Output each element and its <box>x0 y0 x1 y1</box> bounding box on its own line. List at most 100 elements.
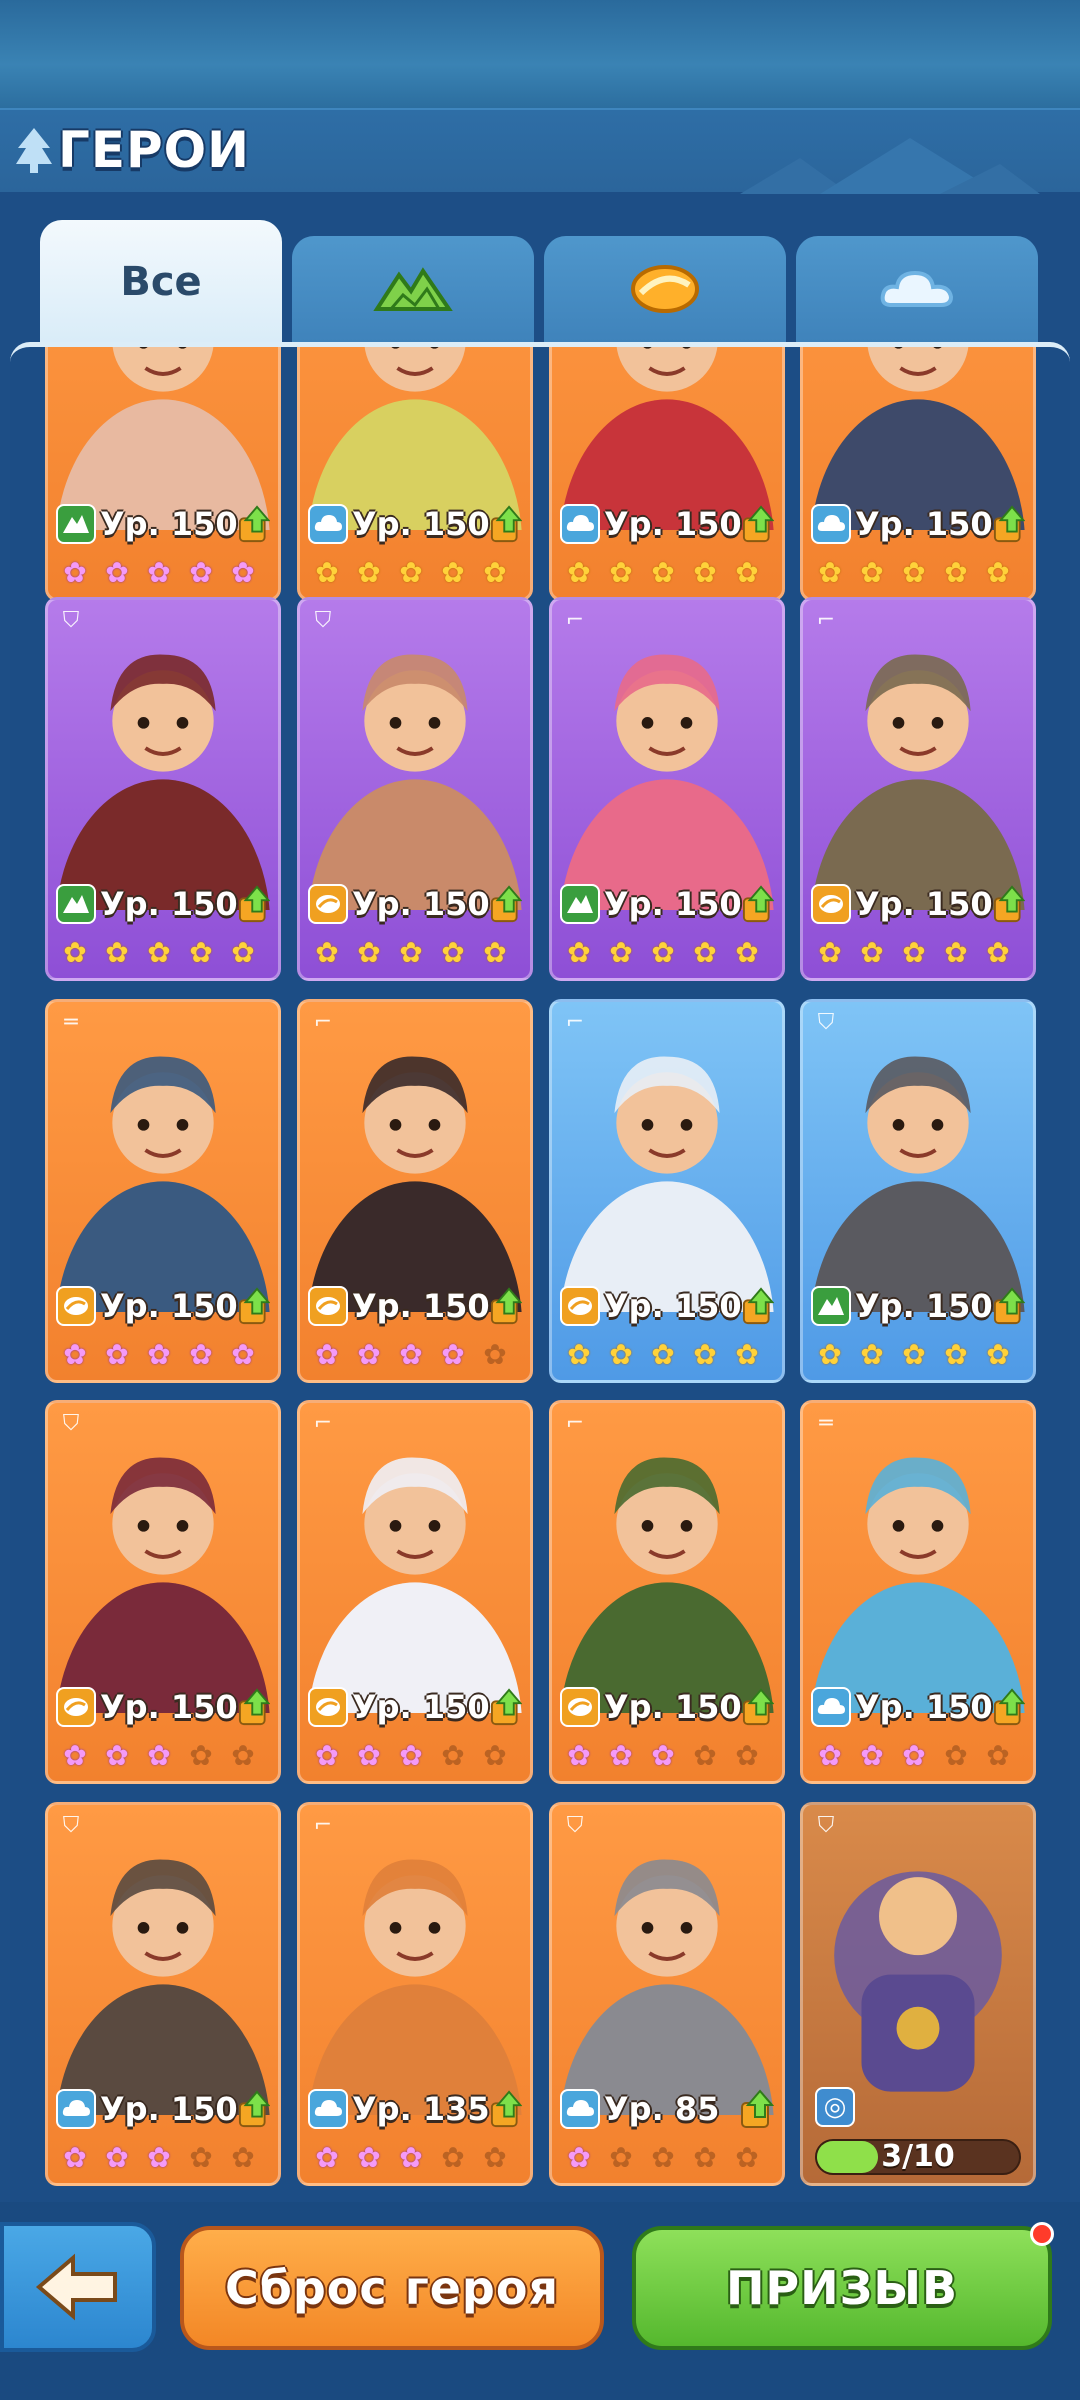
shard-progress-text: 3/10 <box>881 2139 955 2174</box>
cloud-element-icon <box>880 270 954 307</box>
hero-stars: ✿ ✿ ✿ ✿ ✿ <box>56 1336 270 1374</box>
hero-card[interactable]: Ур. 150 ✿ ✿ ✿ ✿ ✿ <box>297 347 533 601</box>
star-gold-icon: ✿ <box>651 1338 675 1371</box>
mountain-element-icon <box>56 884 96 924</box>
star-empty-icon: ✿ <box>483 1338 507 1371</box>
shard-progress-bar: 3/10 <box>815 2139 1021 2175</box>
mountain-element-icon <box>373 267 453 311</box>
cloud-element-icon <box>560 504 600 544</box>
star-gold-icon: ✿ <box>651 936 675 969</box>
hero-card[interactable]: ⛉ Ур. 150 ✿ ✿ ✿ ✿ ✿ <box>45 1400 281 1784</box>
hero-card[interactable]: Ур. 150 ✿ ✿ ✿ ✿ ✿ <box>549 347 785 601</box>
star-gold-icon: ✿ <box>567 556 591 589</box>
hero-card-locked[interactable]: ⛉ ◎ 3/10 <box>800 1802 1036 2186</box>
back-button[interactable] <box>0 2222 156 2352</box>
star-empty-icon: ✿ <box>693 2141 717 2174</box>
star-pink-icon: ✿ <box>147 1739 171 1772</box>
hero-level-row: Ур. 150 <box>811 500 1025 548</box>
upgrade-arrow-icon <box>490 1688 522 1726</box>
star-pink-icon: ✿ <box>63 556 87 589</box>
star-empty-icon: ✿ <box>231 1739 255 1772</box>
heroes-panel[interactable]: ⛉ ◎ 3/10 Ур. 150 ✿ ✿ ✿ ✿ ✿ Ур. 150 ✿ ✿ ✿ ✿ ✿ Ур. 150… <box>10 342 1070 2202</box>
mountains-decoration <box>740 138 1040 194</box>
hero-portrait <box>811 1457 1025 1713</box>
hero-level-row: Ур. 150 <box>308 1282 522 1330</box>
star-pink-icon: ✿ <box>63 2141 87 2174</box>
star-pink-icon: ✿ <box>357 1338 381 1371</box>
star-pink-icon: ✿ <box>357 2141 381 2174</box>
hero-card[interactable]: ⛉ Ур. 150 ✿ ✿ ✿ ✿ ✿ <box>45 597 281 981</box>
star-gold-icon: ✿ <box>735 1338 759 1371</box>
hero-stars: ✿ ✿ ✿ ✿ ✿ <box>56 554 270 592</box>
star-gold-icon: ✿ <box>147 936 171 969</box>
tab-all[interactable]: Все <box>40 220 282 344</box>
tab-cloud[interactable] <box>796 236 1038 342</box>
sky-background <box>0 0 1080 108</box>
tab-sun[interactable] <box>544 236 786 342</box>
hero-card[interactable]: ═ Ур. 150 ✿ ✿ ✿ ✿ ✿ <box>800 1400 1036 1784</box>
hero-card[interactable]: Ур. 150 ✿ ✿ ✿ ✿ ✿ <box>800 347 1036 601</box>
hero-card[interactable]: ⌐ Ур. 150 ✿ ✿ ✿ ✿ ✿ <box>297 1400 533 1784</box>
star-empty-icon: ✿ <box>609 2141 633 2174</box>
star-gold-icon: ✿ <box>651 556 675 589</box>
summon-button[interactable]: ПРИЗЫВ <box>632 2226 1052 2350</box>
hero-level-row: Ур. 150 <box>308 880 522 928</box>
shield-class-icon: ⛉ <box>314 608 332 633</box>
hero-card[interactable]: ⌐ Ур. 150 ✿ ✿ ✿ ✿ ✿ <box>549 597 785 981</box>
tab-all-label: Все <box>120 259 202 305</box>
tree-icon <box>16 128 52 173</box>
star-pink-icon: ✿ <box>105 1338 129 1371</box>
tab-mountain[interactable] <box>292 236 534 342</box>
hero-card[interactable]: ⛉ Ур. 150 ✿ ✿ ✿ ✿ ✿ <box>45 1802 281 2186</box>
lock-badge-icon: ◎ <box>815 2087 855 2127</box>
hero-card[interactable]: Ур. 150 ✿ ✿ ✿ ✿ ✿ <box>45 347 281 601</box>
star-empty-icon: ✿ <box>693 1739 717 1772</box>
star-pink-icon: ✿ <box>63 1739 87 1772</box>
hero-stars: ✿ ✿ ✿ ✿ ✿ <box>811 554 1025 592</box>
gun-class-icon: ⌐ <box>565 1411 585 1436</box>
star-gold-icon: ✿ <box>944 556 968 589</box>
hero-card[interactable]: ⌐ Ур. 150 ✿ ✿ ✿ ✿ ✿ <box>800 597 1036 981</box>
upgrade-arrow-icon <box>238 1688 270 1726</box>
hero-card[interactable]: ⛉ Ур. 150 ✿ ✿ ✿ ✿ ✿ <box>297 597 533 981</box>
upgrade-arrow-icon <box>993 1688 1025 1726</box>
star-empty-icon: ✿ <box>441 2141 465 2174</box>
star-gold-icon: ✿ <box>357 936 381 969</box>
hero-portrait <box>560 654 774 910</box>
hero-portrait <box>308 654 522 910</box>
star-pink-icon: ✿ <box>441 1338 465 1371</box>
star-gold-icon: ✿ <box>441 936 465 969</box>
hero-stars: ✿ ✿ ✿ ✿ ✿ <box>308 554 522 592</box>
star-gold-icon: ✿ <box>567 936 591 969</box>
star-pink-icon: ✿ <box>860 1739 884 1772</box>
star-gold-icon: ✿ <box>902 1338 926 1371</box>
hero-level-row: Ур. 150 <box>56 2085 270 2133</box>
upgrade-arrow-icon <box>742 1287 774 1325</box>
star-gold-icon: ✿ <box>399 556 423 589</box>
hero-card[interactable]: ⛉ Ур. 85 ✿ ✿ ✿ ✿ ✿ <box>549 1802 785 2186</box>
star-gold-icon: ✿ <box>483 936 507 969</box>
star-empty-icon: ✿ <box>735 2141 759 2174</box>
gun-class-icon: ⌐ <box>313 1813 333 1838</box>
upgrade-arrow-icon <box>490 1287 522 1325</box>
star-gold-icon: ✿ <box>693 936 717 969</box>
hero-portrait <box>560 1457 774 1713</box>
hero-card[interactable]: ⌐ Ур. 150 ✿ ✿ ✿ ✿ ✿ <box>549 1400 785 1784</box>
hero-card[interactable]: ⌐ Ур. 135 ✿ ✿ ✿ ✿ ✿ <box>297 1802 533 2186</box>
hero-card[interactable]: ⛉ Ур. 150 ✿ ✿ ✿ ✿ ✿ <box>800 999 1036 1383</box>
hero-level: Ур. 85 <box>604 2090 720 2128</box>
hero-stars: ✿ ✿ ✿ ✿ ✿ <box>56 2139 270 2177</box>
star-gold-icon: ✿ <box>693 1338 717 1371</box>
hero-level: Ур. 150 <box>604 1287 742 1325</box>
hero-card[interactable]: ⌐ Ур. 150 ✿ ✿ ✿ ✿ ✿ <box>297 999 533 1383</box>
star-empty-icon: ✿ <box>189 1739 213 1772</box>
hero-level: Ур. 150 <box>352 1287 490 1325</box>
star-pink-icon: ✿ <box>231 1338 255 1371</box>
upgrade-arrow-icon <box>993 885 1025 923</box>
star-gold-icon: ✿ <box>357 556 381 589</box>
hero-card[interactable]: ⌐ Ур. 150 ✿ ✿ ✿ ✿ ✿ <box>549 999 785 1383</box>
star-pink-icon: ✿ <box>147 556 171 589</box>
star-gold-icon: ✿ <box>818 556 842 589</box>
reset-hero-button[interactable]: Сброс героя <box>180 2226 604 2350</box>
hero-card[interactable]: ═ Ур. 150 ✿ ✿ ✿ ✿ ✿ <box>45 999 281 1383</box>
